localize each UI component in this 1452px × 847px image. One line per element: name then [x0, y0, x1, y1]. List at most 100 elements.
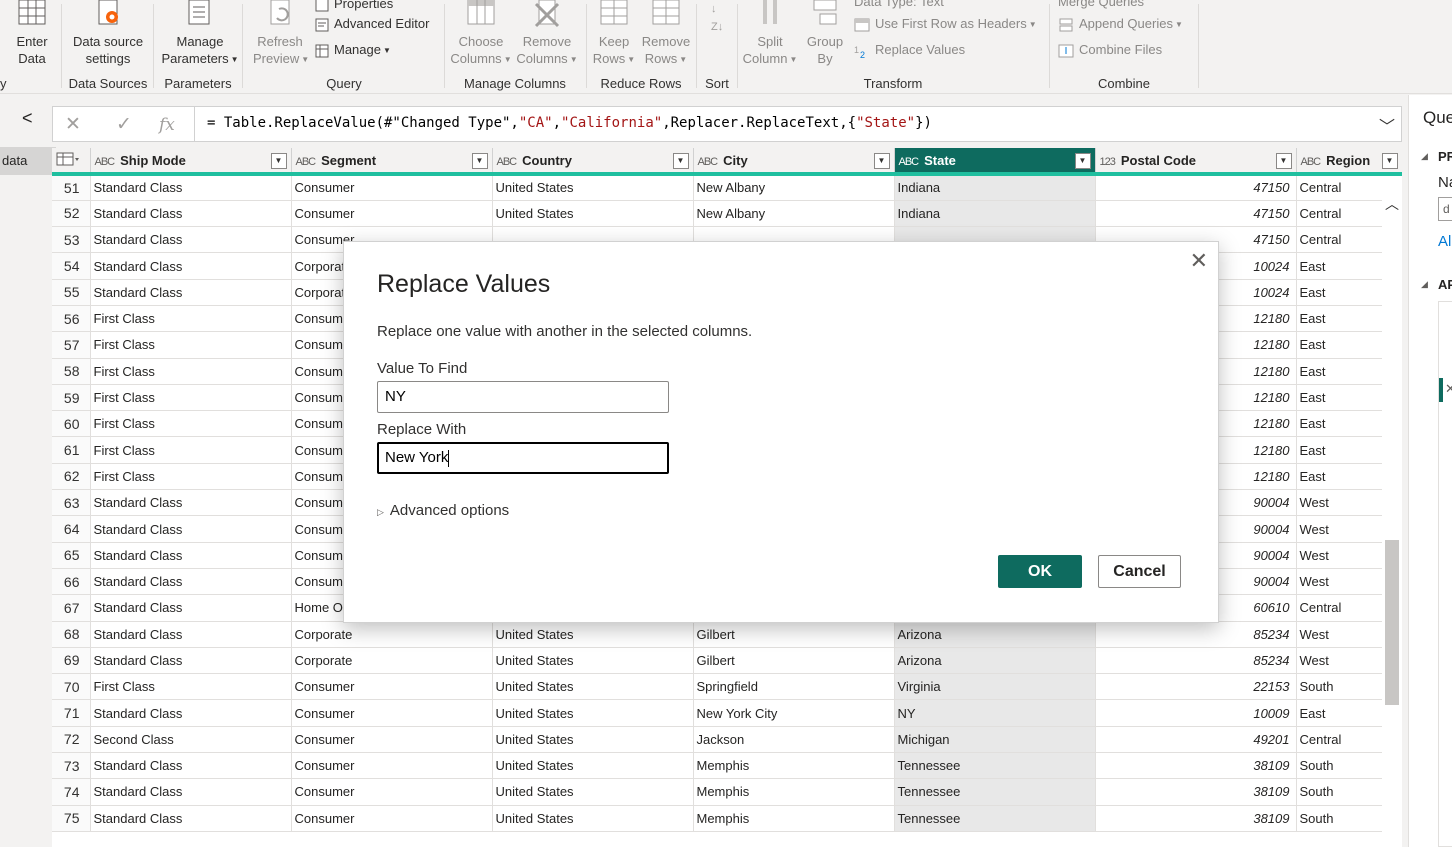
append-queries-button[interactable]: Append Queries ▼	[1058, 14, 1183, 34]
table-cell[interactable]: First Class	[90, 410, 292, 438]
collapse-properties-icon[interactable]: ◢	[1421, 151, 1428, 162]
formula-text[interactable]: = Table.ReplaceValue(#"Changed Type","CA…	[207, 115, 932, 131]
sort-button[interactable]: ↓ Z↓	[705, 0, 729, 41]
group-by-button[interactable]: Group By	[802, 0, 848, 67]
replace-values-button[interactable]: 1 2 Replace Values	[854, 40, 965, 60]
table-cell[interactable]: First Class	[90, 436, 292, 464]
table-cell[interactable]: Gilbert	[693, 647, 895, 675]
close-icon[interactable]: ✕	[1190, 248, 1208, 274]
table-cell[interactable]: Standard Class	[90, 489, 292, 517]
table-cell[interactable]: United States	[492, 752, 694, 780]
table-cell[interactable]: Consumer	[291, 805, 493, 832]
table-cell[interactable]: Consumer	[291, 200, 493, 228]
table-cell[interactable]: New York City	[693, 699, 895, 727]
filter-dropdown-icon[interactable]: ▼	[1275, 153, 1292, 169]
scroll-up-icon[interactable]: ︿	[1385, 194, 1399, 214]
table-cell[interactable]: First Class	[90, 331, 292, 359]
table-cell[interactable]: Corporate	[291, 647, 493, 675]
advanced-options-toggle[interactable]: ▷ Advanced options	[377, 502, 509, 519]
table-cell[interactable]: Arizona	[894, 647, 1096, 675]
remove-columns-button[interactable]: Remove Columns ▼	[515, 0, 579, 68]
number-type-icon[interactable]: 123	[1100, 156, 1116, 168]
delete-step-icon[interactable]: ✕	[1445, 381, 1452, 397]
table-cell[interactable]: Springfield	[693, 673, 895, 701]
table-cell[interactable]: 22153	[1095, 673, 1297, 701]
text-type-icon[interactable]: ABC	[698, 156, 719, 168]
choose-columns-button[interactable]: Choose Columns ▼	[449, 0, 513, 68]
filter-dropdown-icon[interactable]: ▼	[270, 153, 287, 169]
table-cell[interactable]: Gilbert	[693, 621, 895, 648]
replace-with-input[interactable]: New York	[377, 442, 669, 474]
table-cell[interactable]: 38109	[1095, 805, 1297, 832]
table-cell[interactable]: First Class	[90, 463, 292, 491]
filter-dropdown-icon[interactable]: ▼	[1381, 153, 1398, 169]
table-cell[interactable]: United States	[492, 673, 694, 701]
table-cell[interactable]: United States	[492, 174, 694, 201]
table-cell[interactable]: Standard Class	[90, 226, 292, 254]
table-cell[interactable]: United States	[492, 778, 694, 806]
value-to-find-input[interactable]: NY	[377, 381, 669, 413]
table-cell[interactable]: United States	[492, 647, 694, 675]
table-cell[interactable]: Standard Class	[90, 778, 292, 806]
table-cell[interactable]: Standard Class	[90, 594, 292, 622]
vertical-scrollbar[interactable]: ︿	[1382, 180, 1402, 847]
enter-data-button[interactable]: Enter Data	[10, 0, 54, 67]
use-first-row-button[interactable]: Use First Row as Headers ▼	[854, 14, 1037, 34]
filter-dropdown-icon[interactable]: ▼	[1074, 153, 1091, 169]
table-cell[interactable]: 85234	[1095, 647, 1297, 675]
data-type-button[interactable]: Data Type: Text	[854, 0, 944, 12]
filter-dropdown-icon[interactable]: ▼	[672, 153, 689, 169]
manage-button[interactable]: Manage ▼	[315, 40, 391, 60]
table-cell[interactable]: Standard Class	[90, 515, 292, 543]
column-header[interactable]: ABC Country ▼	[492, 148, 694, 176]
table-cell[interactable]: First Class	[90, 358, 292, 385]
column-header[interactable]: ABC State ▼	[894, 148, 1096, 176]
text-type-icon[interactable]: ABC	[1301, 156, 1322, 168]
column-header[interactable]: ABC Region ▼	[1296, 148, 1402, 176]
table-cell[interactable]: United States	[492, 621, 694, 648]
table-cell[interactable]: Michigan	[894, 726, 1096, 754]
table-cell[interactable]: Standard Class	[90, 621, 292, 648]
column-header[interactable]: ABC City ▼	[693, 148, 895, 176]
table-cell[interactable]: NY	[894, 699, 1096, 727]
table-cell[interactable]: 10009	[1095, 699, 1297, 727]
table-cell[interactable]: Standard Class	[90, 200, 292, 228]
table-cell[interactable]: Indiana	[894, 174, 1096, 201]
table-cell[interactable]: United States	[492, 200, 694, 228]
table-cell[interactable]: 38109	[1095, 752, 1297, 780]
table-cell[interactable]: 47150	[1095, 200, 1297, 228]
table-cell[interactable]: Standard Class	[90, 252, 292, 280]
column-header[interactable]: ABC Segment ▼	[291, 148, 493, 176]
table-cell[interactable]: Corporate	[291, 621, 493, 648]
filter-dropdown-icon[interactable]: ▼	[471, 153, 488, 169]
collapse-applied-steps-icon[interactable]: ◢	[1421, 279, 1428, 290]
all-properties-link[interactable]: All	[1438, 233, 1452, 250]
table-cell[interactable]: Tennessee	[894, 752, 1096, 780]
combine-files-button[interactable]: Combine Files	[1058, 40, 1162, 60]
table-cell[interactable]: Jackson	[693, 726, 895, 754]
table-cell[interactable]: Standard Class	[90, 805, 292, 832]
table-cell[interactable]: Consumer	[291, 752, 493, 780]
properties-button[interactable]: Properties	[315, 0, 393, 14]
text-type-icon[interactable]: ABC	[296, 156, 317, 168]
split-column-button[interactable]: Split Column ▼	[742, 0, 798, 68]
ok-button[interactable]: OK	[998, 555, 1082, 588]
table-cell[interactable]: Memphis	[693, 752, 895, 780]
table-cell[interactable]: New Albany	[693, 174, 895, 201]
table-cell[interactable]: First Class	[90, 384, 292, 412]
data-source-settings-button[interactable]: Data source settings	[70, 0, 146, 67]
table-cell[interactable]: Consumer	[291, 726, 493, 754]
table-cell[interactable]: Consumer	[291, 778, 493, 806]
fx-icon[interactable]: fx	[159, 115, 175, 135]
table-cell[interactable]: Consumer	[291, 699, 493, 727]
name-input[interactable]: d	[1438, 197, 1452, 221]
table-cell[interactable]: Second Class	[90, 726, 292, 754]
collapse-queries-pane-icon[interactable]: <	[22, 108, 33, 129]
refresh-preview-button[interactable]: Refresh Preview ▼	[253, 0, 309, 68]
table-cell[interactable]: Tennessee	[894, 778, 1096, 806]
table-cell[interactable]: Standard Class	[90, 647, 292, 675]
text-type-icon[interactable]: ABC	[95, 156, 116, 168]
table-cell[interactable]: Memphis	[693, 805, 895, 832]
table-cell[interactable]: Standard Class	[90, 174, 292, 201]
table-cell[interactable]: Arizona	[894, 621, 1096, 648]
